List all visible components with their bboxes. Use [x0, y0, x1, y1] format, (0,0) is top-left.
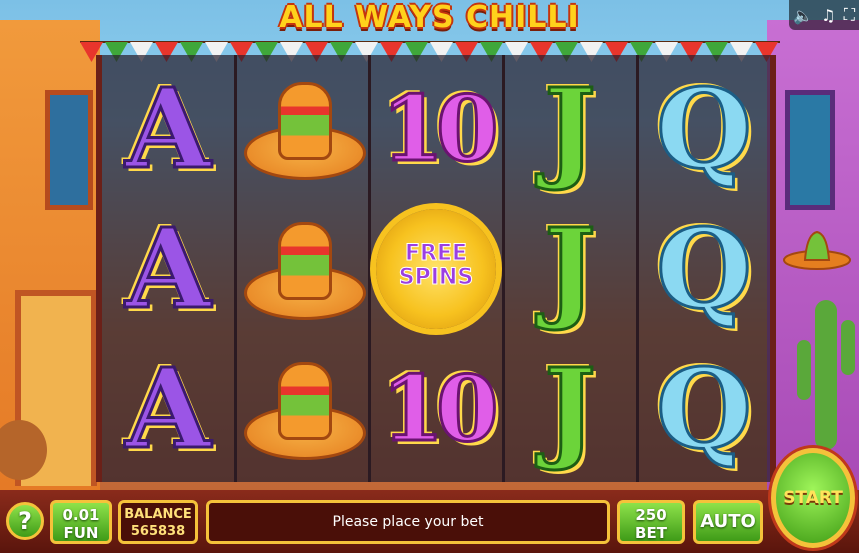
cactus-decoration — [797, 300, 855, 450]
sombrero-symbol — [236, 199, 368, 339]
symbol-q: Q — [638, 339, 770, 479]
sombrero-symbol — [236, 339, 368, 479]
bet-label: BET — [635, 524, 667, 542]
sun-scatter-icon: FREE SPINS — [371, 204, 501, 334]
game-background: ALL WAYS CHILLI 🔈 ♫ ⛶ A A A 10 FREE SPINS 10 J J… — [0, 0, 859, 553]
reel-2 — [236, 55, 368, 482]
symbol-j: J — [504, 199, 636, 339]
symbol-a: A — [102, 339, 234, 479]
reel-1: AAA — [102, 55, 234, 482]
free-spins-line1: FREE — [404, 241, 468, 266]
bet-button[interactable]: 250 BET — [617, 500, 685, 544]
auto-button[interactable]: AUTO — [693, 500, 763, 544]
reel-5: QQQ — [638, 55, 770, 482]
balance-value: 565838 — [130, 524, 186, 539]
symbol-10: 10 — [370, 59, 502, 199]
start-label: START — [783, 488, 843, 508]
symbol-glyph: J — [542, 204, 597, 333]
sound-controls: 🔈 ♫ ⛶ — [789, 0, 859, 30]
sombrero-icon — [242, 214, 366, 324]
symbol-glyph: 10 — [380, 76, 500, 182]
speaker-icon[interactable]: 🔈 — [793, 6, 813, 25]
symbol-10: 10 — [370, 339, 502, 479]
free-spins-line2: SPINS — [398, 265, 474, 290]
fullscreen-icon[interactable]: ⛶ — [844, 5, 855, 25]
building-window — [785, 90, 835, 210]
control-bar: ? 0.01 FUN BALANCE 565838 Please place y… — [0, 490, 859, 553]
help-button[interactable]: ? — [6, 502, 44, 540]
symbol-glyph: J — [542, 64, 597, 193]
free-spins-symbol: FREE SPINS — [370, 199, 502, 339]
auto-label: AUTO — [700, 511, 756, 532]
sombrero-icon — [242, 74, 366, 184]
symbol-glyph: Q — [655, 204, 754, 333]
symbol-glyph: 10 — [380, 356, 500, 462]
coin-value-button[interactable]: 0.01 FUN — [50, 500, 112, 544]
balance-label: BALANCE — [124, 507, 192, 522]
sombrero-symbol — [236, 59, 368, 199]
symbol-glyph: Q — [655, 344, 754, 473]
help-label: ? — [18, 507, 32, 535]
start-button[interactable]: START — [771, 448, 855, 548]
bet-value: 250 — [635, 506, 667, 524]
symbol-a: A — [102, 59, 234, 199]
symbol-q: Q — [638, 59, 770, 199]
symbol-glyph: A — [124, 64, 212, 193]
reel-3: 10 FREE SPINS 10 — [370, 55, 502, 482]
symbol-j: J — [504, 339, 636, 479]
balance-display: BALANCE 565838 — [118, 500, 198, 544]
coin-label: FUN — [63, 524, 99, 542]
music-note-icon[interactable]: ♫ — [821, 6, 835, 25]
symbol-glyph: A — [124, 344, 212, 473]
symbol-a: A — [102, 199, 234, 339]
symbol-glyph: Q — [655, 64, 754, 193]
reel-area: A A A 10 FREE SPINS 10 J J J Q Q Q — [96, 55, 776, 482]
building-window — [45, 90, 93, 210]
sombrero-decoration — [783, 230, 851, 270]
symbol-glyph: J — [542, 344, 597, 473]
reel-4: JJJ — [504, 55, 636, 482]
symbol-j: J — [504, 59, 636, 199]
status-message: Please place your bet — [206, 500, 610, 544]
symbol-glyph: A — [124, 204, 212, 333]
coin-value: 0.01 — [62, 506, 100, 524]
symbol-q: Q — [638, 199, 770, 339]
sombrero-icon — [242, 354, 366, 464]
game-title: ALL WAYS CHILLI — [279, 0, 580, 35]
